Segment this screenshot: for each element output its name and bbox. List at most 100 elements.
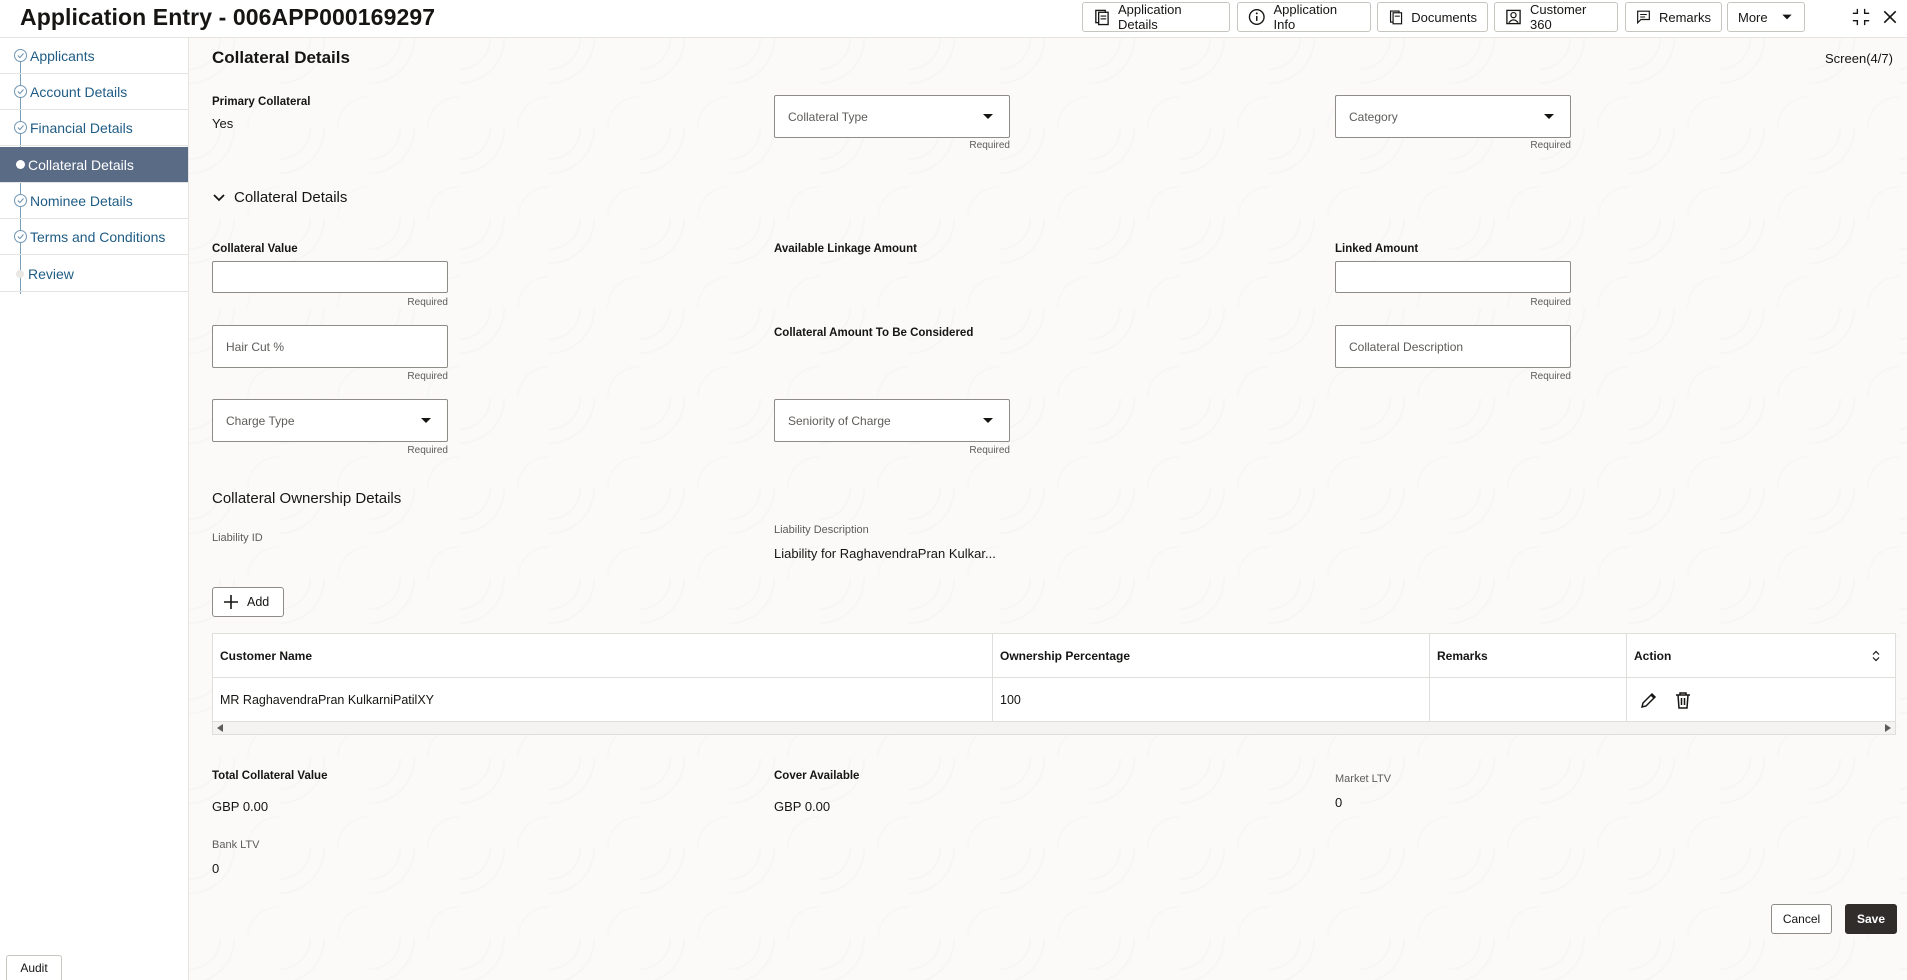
- info-icon: [1248, 9, 1265, 25]
- ownership-section-title: Collateral Ownership Details: [212, 490, 402, 507]
- sidebar-item-label: Review: [28, 265, 74, 282]
- collateral-type-required: Required: [969, 140, 1010, 151]
- application-info-button[interactable]: Application Info: [1237, 2, 1371, 32]
- section-title: Collateral Details: [212, 48, 350, 67]
- sidebar-item-label: Collateral Details: [28, 156, 134, 173]
- collateral-value-label: Collateral Value: [212, 243, 298, 255]
- collapse-icon[interactable]: [1850, 6, 1872, 28]
- bank-ltv-label: Bank LTV: [212, 839, 260, 851]
- close-icon[interactable]: [1879, 6, 1901, 28]
- column-header-action[interactable]: Action: [1627, 634, 1895, 677]
- hair-cut-required: Required: [407, 371, 448, 382]
- sidebar-item-review[interactable]: Review: [0, 256, 188, 292]
- header-bar: Application Entry - 006APP000169297 Appl…: [0, 0, 1907, 38]
- table-row: MR RaghavendraPran KulkarniPatilXY 100: [213, 678, 1895, 722]
- edit-icon[interactable]: [1639, 690, 1659, 710]
- sidebar-item-label: Applicants: [30, 47, 95, 64]
- delete-icon[interactable]: [1673, 690, 1693, 710]
- cover-available-label: Cover Available: [774, 770, 860, 782]
- category-select[interactable]: Category: [1335, 95, 1571, 138]
- plus-icon: [224, 595, 238, 609]
- column-header-remarks: Remarks: [1430, 634, 1627, 677]
- charge-type-select[interactable]: Charge Type: [212, 399, 448, 442]
- seniority-of-charge-required: Required: [969, 445, 1010, 456]
- linked-amount-required: Required: [1530, 297, 1571, 308]
- current-step-icon: [16, 160, 25, 169]
- liability-description-label: Liability Description: [774, 524, 869, 536]
- chevron-down-icon: [213, 193, 225, 201]
- seniority-of-charge-select[interactable]: Seniority of Charge: [774, 399, 1010, 442]
- caret-down-icon: [983, 114, 993, 119]
- cover-available-value: GBP 0.00: [774, 799, 831, 814]
- save-button[interactable]: Save: [1845, 904, 1897, 934]
- sidebar-item-terms-and-conditions[interactable]: Terms and Conditions: [0, 219, 188, 255]
- documents-button[interactable]: Documents: [1377, 2, 1488, 32]
- application-details-label: Application Details: [1118, 2, 1182, 32]
- table-header-row: Customer Name Ownership Percentage Remar…: [213, 634, 1895, 678]
- comment-icon: [1637, 10, 1650, 25]
- sidebar-item-applicants[interactable]: Applicants: [0, 38, 188, 74]
- total-collateral-value-label: Total Collateral Value: [212, 770, 328, 782]
- more-button[interactable]: More: [1727, 2, 1805, 32]
- hair-cut-input[interactable]: Hair Cut %: [212, 325, 448, 368]
- sidebar-item-account-details[interactable]: Account Details: [0, 74, 188, 110]
- collateral-type-select[interactable]: Collateral Type: [774, 95, 1010, 138]
- documents-label: Documents: [1411, 9, 1477, 25]
- table-horizontal-scrollbar[interactable]: [213, 722, 1895, 734]
- column-header-ownership-percentage: Ownership Percentage: [993, 634, 1430, 677]
- caret-down-icon: [983, 418, 993, 423]
- collateral-value-input[interactable]: [212, 261, 448, 293]
- market-ltv-value: 0: [1335, 795, 1343, 810]
- seniority-of-charge-placeholder: Seniority of Charge: [788, 413, 891, 428]
- document-icon: [1095, 9, 1109, 26]
- check-icon: [14, 194, 27, 207]
- check-icon: [14, 49, 27, 62]
- charge-type-required: Required: [407, 445, 448, 456]
- check-icon: [14, 230, 27, 243]
- sidebar: Applicants Account Details Financial Det…: [0, 38, 189, 980]
- linked-amount-input[interactable]: [1335, 261, 1571, 293]
- sidebar-item-collateral-details[interactable]: Collateral Details: [0, 147, 188, 183]
- collateral-value-required: Required: [407, 297, 448, 308]
- caret-down-icon: [1544, 114, 1554, 119]
- liability-description-value: Liability for RaghavendraPran Kulkar...: [774, 546, 996, 561]
- column-header-action-label: Action: [1634, 648, 1672, 663]
- column-header-customer-name: Customer Name: [213, 634, 993, 677]
- liability-id-label: Liability ID: [212, 532, 263, 544]
- screen-indicator: Screen(4/7): [1825, 51, 1893, 66]
- sidebar-item-label: Terms and Conditions: [30, 228, 166, 245]
- sidebar-item-financial-details[interactable]: Financial Details: [0, 110, 188, 146]
- category-placeholder: Category: [1349, 109, 1398, 124]
- audit-button[interactable]: Audit: [6, 955, 62, 980]
- charge-type-placeholder: Charge Type: [226, 413, 295, 428]
- remarks-button[interactable]: Remarks: [1625, 2, 1722, 32]
- add-ownership-button[interactable]: Add: [212, 587, 284, 617]
- primary-collateral-value: Yes: [212, 116, 234, 131]
- cancel-button[interactable]: Cancel: [1771, 904, 1832, 934]
- person-icon: [1506, 9, 1521, 25]
- scroll-left-icon[interactable]: [217, 724, 223, 732]
- bank-ltv-value: 0: [212, 861, 220, 876]
- total-collateral-value: GBP 0.00: [212, 799, 269, 814]
- cell-remarks: [1430, 678, 1627, 721]
- application-details-button[interactable]: Application Details: [1082, 2, 1230, 32]
- scroll-right-icon[interactable]: [1885, 724, 1891, 732]
- collateral-type-placeholder: Collateral Type: [788, 109, 868, 124]
- sidebar-item-label: Account Details: [30, 83, 128, 100]
- sidebar-item-label: Nominee Details: [30, 192, 133, 209]
- collateral-details-toggle[interactable]: Collateral Details: [212, 189, 347, 206]
- customer-360-button[interactable]: Customer 360: [1494, 2, 1618, 32]
- collateral-amount-considered-label: Collateral Amount To Be Considered: [774, 327, 974, 339]
- caret-down-icon: [1782, 14, 1792, 20]
- sidebar-item-nominee-details[interactable]: Nominee Details: [0, 183, 188, 219]
- collateral-description-input[interactable]: Collateral Description: [1335, 325, 1571, 368]
- cell-action: [1627, 678, 1895, 721]
- sort-icon[interactable]: [1871, 650, 1881, 662]
- category-required: Required: [1530, 140, 1571, 151]
- main-content: [189, 38, 1907, 980]
- ownership-table: Customer Name Ownership Percentage Remar…: [212, 633, 1896, 735]
- check-icon: [14, 121, 27, 134]
- cell-ownership-percentage: 100: [993, 678, 1430, 721]
- more-label: More: [1738, 9, 1768, 25]
- documents-icon: [1389, 10, 1403, 25]
